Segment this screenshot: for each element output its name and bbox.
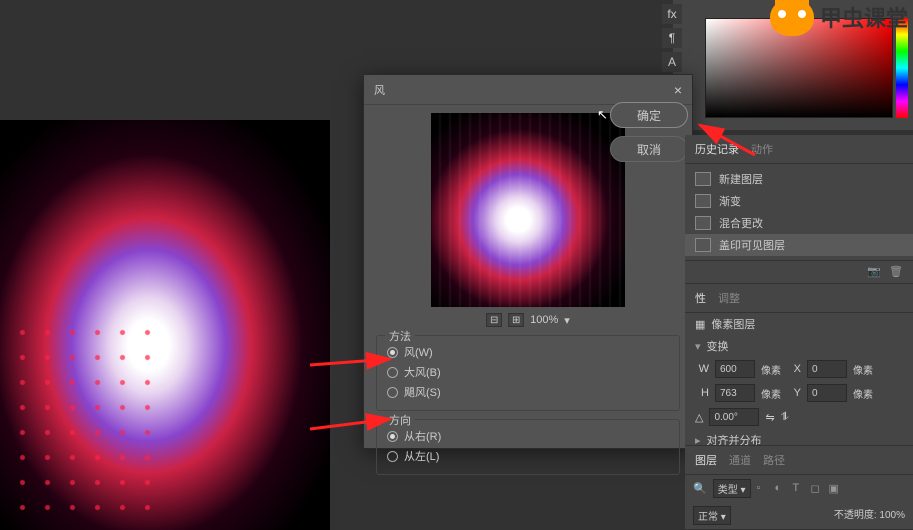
radio-from-left[interactable]: 从左(L) xyxy=(387,446,669,466)
y-input[interactable] xyxy=(807,384,847,402)
opacity-value[interactable]: 100% xyxy=(879,510,905,521)
filter-adjust-icon[interactable]: ◐ xyxy=(775,482,789,496)
camera-icon[interactable]: 📷 xyxy=(867,265,881,279)
blend-icon xyxy=(695,216,711,230)
beetle-icon xyxy=(770,0,814,36)
height-y-row: H 像素 Y 像素 xyxy=(685,381,913,405)
layer-filter-row: 🔍 类型 ▾ ▫ ◐ T ◻ ▣ xyxy=(685,475,913,502)
tab-paths[interactable]: 路径 xyxy=(763,452,785,468)
radio-icon xyxy=(387,367,398,378)
zoom-value: 100% xyxy=(530,314,558,326)
filter-text-icon[interactable]: T xyxy=(793,482,807,496)
logo-text: 甲虫课堂 xyxy=(820,1,908,33)
method-legend: 方法 xyxy=(385,328,415,344)
zoom-out-button[interactable]: ⊟ xyxy=(486,313,502,327)
zoom-in-button[interactable]: ⊞ xyxy=(508,313,524,327)
width-input[interactable] xyxy=(715,360,755,378)
history-item[interactable]: 渐变 xyxy=(685,190,913,212)
history-item[interactable]: 新建图层 xyxy=(685,168,913,190)
radio-icon xyxy=(387,347,398,358)
tab-properties[interactable]: 性 xyxy=(695,290,706,306)
dialog-titlebar[interactable]: 风 × xyxy=(364,75,692,105)
cancel-button[interactable]: 取消 xyxy=(610,136,688,162)
tab-actions[interactable]: 动作 xyxy=(751,141,773,157)
fx-icon[interactable]: fx xyxy=(662,4,682,24)
angle-icon: △ xyxy=(695,411,703,424)
history-list: 新建图层 渐变 混合更改 盖印可见图层 xyxy=(685,164,913,260)
canvas-area[interactable] xyxy=(0,120,330,530)
properties-panel-tabs: 性 调整 xyxy=(685,284,913,313)
angle-input[interactable] xyxy=(709,408,759,426)
filter-shape-icon[interactable]: ◻ xyxy=(811,482,825,496)
angle-row: △ ⇋ ⥮ xyxy=(685,405,913,429)
width-height-row: W 像素 X 像素 xyxy=(685,357,913,381)
search-icon[interactable]: 🔍 xyxy=(693,482,707,495)
preview-image xyxy=(431,113,625,307)
zoom-controls: ⊟ ⊞ 100% ▾ xyxy=(376,313,680,327)
radio-icon xyxy=(387,431,398,442)
layer-icon xyxy=(695,172,711,186)
history-item[interactable]: 盖印可见图层 xyxy=(685,234,913,256)
history-item[interactable]: 混合更改 xyxy=(685,212,913,234)
right-panel-group: 历史记录 动作 新建图层 渐变 混合更改 盖印可见图层 📷 🗑 性 调整 ▦ 像… xyxy=(685,135,913,529)
transform-header[interactable]: ▾变换 xyxy=(685,335,913,357)
tab-channels[interactable]: 通道 xyxy=(729,452,751,468)
document-image xyxy=(0,120,330,530)
tab-adjust[interactable]: 调整 xyxy=(718,290,740,306)
tab-layers[interactable]: 图层 xyxy=(695,452,717,468)
filter-preview[interactable] xyxy=(431,113,625,307)
paragraph-icon[interactable]: ¶ xyxy=(662,28,682,48)
watermark-logo: 甲虫课堂 xyxy=(770,0,908,36)
radio-icon xyxy=(387,451,398,462)
layer-type-row: ▦ 像素图层 xyxy=(685,313,913,335)
text-icon[interactable]: A xyxy=(662,52,682,72)
filter-type-select[interactable]: 类型 ▾ xyxy=(713,479,751,498)
gradient-icon xyxy=(695,194,711,208)
close-icon[interactable]: × xyxy=(674,82,682,97)
layers-panel: 图层 通道 路径 🔍 类型 ▾ ▫ ◐ T ◻ ▣ 正常 ▾ 不透明度: 100… xyxy=(685,445,913,529)
layers-panel-tabs: 图层 通道 路径 xyxy=(685,446,913,475)
x-input[interactable] xyxy=(807,360,847,378)
dialog-buttons: ↖ 确定 取消 xyxy=(610,102,688,162)
stamp-icon xyxy=(695,238,711,252)
method-fieldset: 方法 风(W) 大风(B) 飓风(S) xyxy=(376,335,680,411)
flip-h-icon[interactable]: ⇋ xyxy=(765,411,774,424)
dialog-title-text: 风 xyxy=(374,82,385,97)
cursor-icon: ↖ xyxy=(597,107,608,123)
blend-mode-select[interactable]: 正常 ▾ xyxy=(693,506,731,525)
chevron-down-icon[interactable]: ▾ xyxy=(564,314,570,327)
radio-icon xyxy=(387,387,398,398)
tab-history[interactable]: 历史记录 xyxy=(695,141,739,157)
filter-pixel-icon[interactable]: ▫ xyxy=(757,482,771,496)
height-input[interactable] xyxy=(715,384,755,402)
filter-smart-icon[interactable]: ▣ xyxy=(829,482,843,496)
radio-wind[interactable]: 风(W) xyxy=(387,342,669,362)
radio-from-right[interactable]: 从右(R) xyxy=(387,426,669,446)
radio-stagger[interactable]: 飓风(S) xyxy=(387,382,669,402)
flip-v-icon[interactable]: ⥮ xyxy=(781,411,789,424)
history-panel-tabs: 历史记录 动作 xyxy=(685,135,913,164)
blend-opacity-row: 正常 ▾ 不透明度: 100% xyxy=(685,502,913,529)
trash-icon[interactable]: 🗑 xyxy=(889,265,903,279)
direction-fieldset: 方向 从右(R) 从左(L) xyxy=(376,419,680,475)
ok-button[interactable]: ↖ 确定 xyxy=(610,102,688,128)
direction-legend: 方向 xyxy=(385,412,415,428)
pixel-layer-icon: ▦ xyxy=(695,318,705,331)
history-footer: 📷 🗑 xyxy=(685,260,913,283)
radio-blast[interactable]: 大风(B) xyxy=(387,362,669,382)
